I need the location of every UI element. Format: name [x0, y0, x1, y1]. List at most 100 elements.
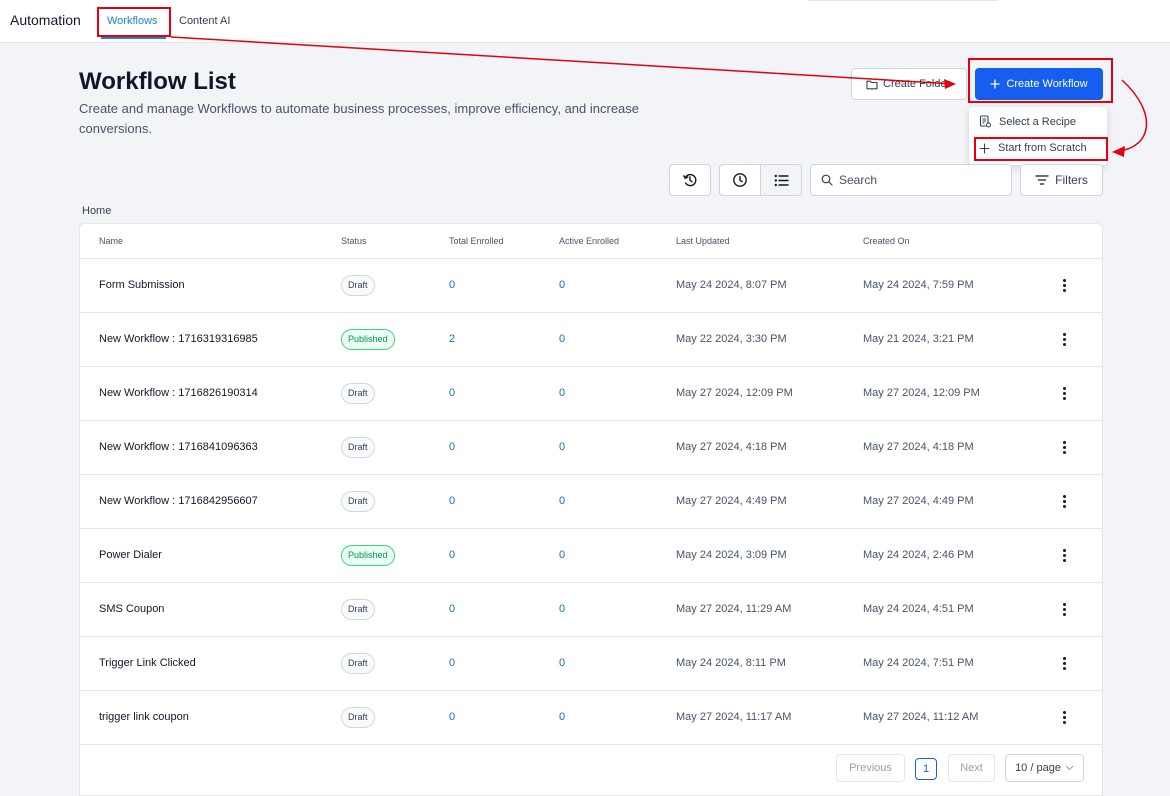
workflow-name[interactable]: New Workflow : 1716841096363 — [99, 441, 258, 453]
divider — [808, 0, 998, 1]
status-badge: Published — [341, 329, 395, 350]
status-badge: Draft — [341, 437, 375, 458]
workflow-name[interactable]: Form Submission — [99, 279, 185, 291]
workflow-name[interactable]: New Workflow : 1716319316985 — [99, 333, 258, 345]
last-updated: May 27 2024, 11:29 AM — [676, 603, 792, 615]
last-updated: May 22 2024, 3:30 PM — [676, 333, 787, 345]
table-row[interactable]: New Workflow : 1716841096363 Draft 0 0 M… — [80, 421, 1102, 475]
last-updated: May 24 2024, 3:09 PM — [676, 549, 787, 561]
total-enrolled-count[interactable]: 0 — [449, 603, 455, 615]
table-row[interactable]: Form Submission Draft 0 0 May 24 2024, 8… — [80, 259, 1102, 313]
created-on: May 21 2024, 3:21 PM — [863, 333, 974, 345]
more-options-icon[interactable] — [1057, 599, 1071, 619]
column-header-created-on[interactable]: Created On — [863, 236, 910, 246]
created-on: May 24 2024, 7:51 PM — [863, 657, 974, 669]
clock-icon — [733, 173, 747, 187]
total-enrolled-count[interactable]: 0 — [449, 387, 455, 399]
next-page-button[interactable]: Next — [948, 754, 995, 782]
column-header-status[interactable]: Status — [341, 236, 367, 246]
active-enrolled-count[interactable]: 0 — [559, 279, 565, 291]
table-row[interactable]: SMS Coupon Draft 0 0 May 27 2024, 11:29 … — [80, 583, 1102, 637]
table-header: Name Status Total Enrolled Active Enroll… — [80, 224, 1102, 259]
last-updated: May 27 2024, 11:17 AM — [676, 711, 792, 723]
search-box — [810, 164, 1012, 196]
page-description: Create and manage Workflows to automate … — [79, 101, 640, 136]
more-options-icon[interactable] — [1057, 329, 1071, 349]
history-icon — [683, 173, 697, 187]
total-enrolled-count[interactable]: 0 — [449, 549, 455, 561]
page-size-label: 10 / page — [1015, 762, 1061, 774]
last-updated: May 27 2024, 4:49 PM — [676, 495, 787, 507]
more-options-icon[interactable] — [1057, 707, 1071, 727]
last-updated: May 24 2024, 8:11 PM — [676, 657, 786, 669]
annotation-highlight-create-workflow — [968, 58, 1113, 103]
search-icon — [821, 174, 833, 186]
breadcrumb-home[interactable]: Home — [82, 205, 111, 217]
table-row[interactable]: trigger link coupon Draft 0 0 May 27 202… — [80, 691, 1102, 745]
more-options-icon[interactable] — [1057, 275, 1071, 295]
workflow-name[interactable]: Power Dialer — [99, 549, 162, 561]
table-row[interactable]: New Workflow : 1716842956607 Draft 0 0 M… — [80, 475, 1102, 529]
active-enrolled-count[interactable]: 0 — [559, 549, 565, 561]
page-1-button[interactable]: 1 — [915, 758, 937, 780]
folder-icon — [866, 80, 878, 89]
create-folder-label: Create Folder — [883, 78, 951, 90]
active-enrolled-count[interactable]: 0 — [559, 495, 565, 507]
filters-button[interactable]: Filters — [1020, 164, 1103, 196]
created-on: May 27 2024, 12:09 PM — [863, 387, 980, 399]
workflow-name[interactable]: SMS Coupon — [99, 603, 164, 615]
table-row[interactable]: Trigger Link Clicked Draft 0 0 May 24 20… — [80, 637, 1102, 691]
table-row[interactable]: New Workflow : 1716319316985 Published 2… — [80, 313, 1102, 367]
filter-icon — [1035, 175, 1049, 185]
total-enrolled-count[interactable]: 0 — [449, 441, 455, 453]
column-header-name[interactable]: Name — [99, 236, 123, 246]
active-enrolled-count[interactable]: 0 — [559, 657, 565, 669]
create-folder-button[interactable]: Create Folder — [851, 68, 967, 100]
menu-item-select-recipe[interactable]: Select a Recipe — [979, 115, 1076, 128]
table-row[interactable]: New Workflow : 1716826190314 Draft 0 0 M… — [80, 367, 1102, 421]
workflow-table: Name Status Total Enrolled Active Enroll… — [79, 223, 1103, 796]
created-on: May 24 2024, 7:59 PM — [863, 279, 974, 291]
column-header-last-updated[interactable]: Last Updated — [676, 236, 730, 246]
column-header-active-enrolled[interactable]: Active Enrolled — [559, 236, 619, 246]
history-button[interactable] — [669, 164, 711, 196]
workflow-name[interactable]: Trigger Link Clicked — [99, 657, 196, 669]
filters-label: Filters — [1055, 173, 1088, 187]
status-badge: Draft — [341, 599, 375, 620]
workflow-name[interactable]: New Workflow : 1716842956607 — [99, 495, 258, 507]
last-updated: May 27 2024, 4:18 PM — [676, 441, 787, 453]
active-enrolled-count[interactable]: 0 — [559, 387, 565, 399]
tab-content-ai[interactable]: Content AI — [179, 15, 230, 27]
active-tab-indicator — [101, 37, 166, 39]
page-size-select[interactable]: 10 / page — [1005, 754, 1084, 782]
total-enrolled-count[interactable]: 0 — [449, 711, 455, 723]
total-enrolled-count[interactable]: 0 — [449, 495, 455, 507]
total-enrolled-count[interactable]: 0 — [449, 279, 455, 291]
active-enrolled-count[interactable]: 0 — [559, 711, 565, 723]
previous-page-button[interactable]: Previous — [836, 754, 905, 782]
workflow-name[interactable]: New Workflow : 1716826190314 — [99, 387, 258, 399]
app-title: Automation — [10, 12, 81, 28]
total-enrolled-count[interactable]: 0 — [449, 657, 455, 669]
clock-view-button[interactable] — [719, 164, 761, 196]
list-view-button[interactable] — [760, 164, 802, 196]
more-options-icon[interactable] — [1057, 653, 1071, 673]
column-header-total-enrolled[interactable]: Total Enrolled — [449, 236, 504, 246]
more-options-icon[interactable] — [1057, 383, 1071, 403]
workflow-name[interactable]: trigger link coupon — [99, 711, 189, 723]
total-enrolled-count[interactable]: 2 — [449, 333, 455, 345]
more-options-icon[interactable] — [1057, 437, 1071, 457]
chevron-down-icon — [1065, 765, 1074, 771]
menu-item-label: Select a Recipe — [999, 115, 1077, 128]
status-badge: Draft — [341, 491, 375, 512]
more-options-icon[interactable] — [1057, 545, 1071, 565]
more-options-icon[interactable] — [1057, 491, 1071, 511]
created-on: May 27 2024, 11:12 AM — [863, 711, 979, 723]
active-enrolled-count[interactable]: 0 — [559, 441, 565, 453]
table-row[interactable]: Power Dialer Published 0 0 May 24 2024, … — [80, 529, 1102, 583]
active-enrolled-count[interactable]: 0 — [559, 333, 565, 345]
search-input[interactable] — [839, 173, 999, 187]
recipe-icon — [979, 115, 991, 128]
page-title: Workflow List — [79, 68, 236, 95]
active-enrolled-count[interactable]: 0 — [559, 603, 565, 615]
